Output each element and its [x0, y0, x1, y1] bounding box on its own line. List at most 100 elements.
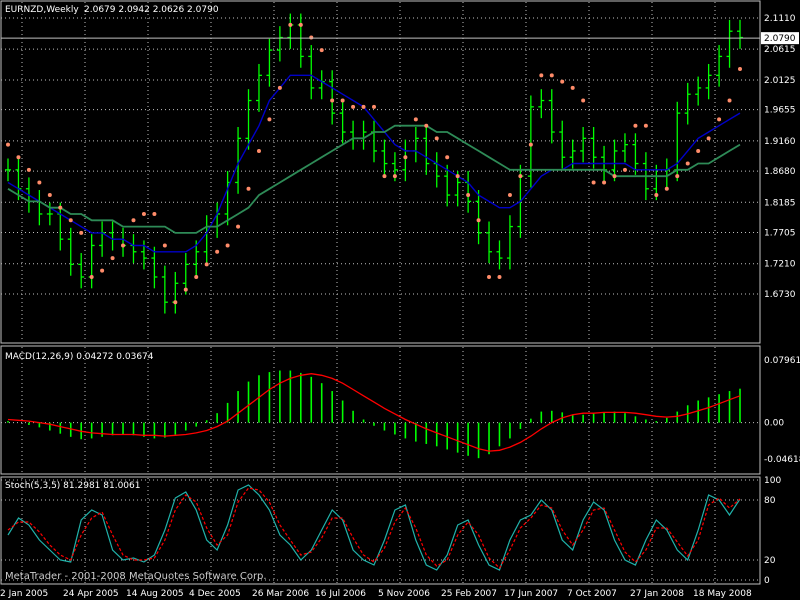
sar-dot	[298, 22, 303, 27]
macd-header: MACD(12,26,9) 0.04272 0.03674	[5, 352, 154, 362]
sar-dot	[141, 211, 146, 216]
macd-histogram	[7, 370, 741, 459]
sar-dot	[58, 205, 63, 210]
sar-dot	[277, 85, 282, 90]
y-tick-label: 80	[764, 496, 776, 506]
time-axis: 2 Jan 2005 24 Apr 2005 14 Aug 2005 4 Dec 20…	[0, 589, 752, 599]
y-tick-label: -0.04618	[764, 455, 800, 465]
sar-dot	[100, 268, 105, 273]
sar-dot	[361, 104, 366, 109]
y-tick-label: 1.8185	[764, 198, 796, 208]
x-tick-label: 25 Feb 2007	[441, 589, 497, 599]
x-tick-label: 26 Mar 2006	[252, 589, 309, 599]
sar-dot	[110, 256, 115, 261]
y-tick-label: 1.9655	[764, 106, 796, 116]
sar-dot	[560, 79, 565, 84]
sar-dot	[424, 123, 429, 128]
sar-dot	[612, 174, 617, 179]
sar-dot	[256, 148, 261, 153]
sar-dot	[570, 85, 575, 90]
sar-dot	[497, 274, 502, 279]
sar-dot	[507, 193, 512, 198]
stoch-grid	[1, 478, 760, 583]
sar-dot	[372, 104, 376, 109]
x-tick-label: 7 Oct 2007	[567, 589, 617, 599]
sar-dot	[476, 218, 481, 223]
y-tick-label: 1.8680	[764, 167, 796, 177]
sar-dot	[215, 249, 220, 254]
sar-dot	[466, 193, 471, 198]
sar-dot	[173, 300, 178, 305]
sar-dot	[204, 262, 209, 267]
sar-dot	[16, 155, 21, 160]
y-tick-label: 1.7705	[764, 229, 796, 239]
sar-dot	[434, 136, 439, 141]
sar-dot	[392, 174, 397, 179]
sar-dot	[68, 218, 73, 223]
sar-dot	[162, 243, 167, 248]
stoch-lines	[7, 484, 741, 571]
ohlc-header: 2.0679 2.0942 2.0626 2.0790	[84, 5, 219, 15]
x-tick-label: 2 Jan 2005	[0, 589, 48, 599]
sar-dot	[455, 174, 460, 179]
sar-dot	[26, 167, 31, 172]
sar-dot	[288, 22, 293, 27]
y-tick-label: 2.1110	[764, 14, 796, 24]
sar-dot	[445, 155, 450, 160]
sar-dot	[37, 180, 42, 185]
sar-dot	[225, 243, 230, 248]
sar-dot	[403, 155, 408, 160]
sar-dot	[664, 186, 669, 191]
sar-dot	[696, 148, 701, 153]
sar-dot	[487, 274, 492, 279]
y-tick-label: 2.0125	[764, 76, 796, 86]
symbol-header: EURNZD,Weekly	[5, 5, 79, 15]
sar-dot	[518, 174, 523, 179]
macd-axis: 0.07961 0.00 -0.04618	[764, 356, 800, 465]
y-tick-label: 0	[764, 576, 770, 586]
x-tick-label: 4 Dec 2005	[189, 589, 241, 599]
sar-dot	[549, 73, 554, 78]
sar-dot	[738, 67, 742, 72]
sar-dot	[413, 117, 418, 122]
chart-stage: EURNZD,Weekly 2.0679 2.0942 2.0626 2.079…	[0, 0, 800, 599]
sar-dot	[685, 161, 690, 166]
sar-dot	[152, 211, 157, 216]
price-panel[interactable]: EURNZD,Weekly 2.0679 2.0942 2.0626 2.079…	[0, 0, 799, 344]
sar-dot	[528, 142, 533, 147]
macd-panel[interactable]: MACD(12,26,9) 0.04272 0.03674 0.079610.0…	[0, 345, 800, 475]
sar-dot	[246, 186, 251, 191]
sar-dot	[581, 98, 586, 103]
sar-dot	[330, 98, 335, 103]
price-axis: 2.1110 2.0615 2.0125 1.9655 1.9160 1.8680 1.81…	[764, 14, 796, 300]
sar-dot	[633, 123, 638, 128]
y-tick-label: 1.7210	[764, 260, 796, 270]
sar-dot	[89, 274, 94, 279]
x-tick-label: 27 Jan 2008	[630, 589, 684, 599]
y-tick-label: 20	[764, 556, 776, 566]
watermark: MetaTrader - 2001-2008 MetaQuotes Softwa…	[5, 571, 267, 582]
x-tick-label: 14 Aug 2005	[126, 589, 184, 599]
y-tick-label: 1.6730	[764, 290, 796, 300]
sar-dot	[47, 193, 52, 198]
x-tick-label: 17 Jun 2007	[504, 589, 558, 599]
sar-dot	[717, 117, 722, 122]
sar-dot	[309, 35, 314, 40]
y-tick-label: 0.07961	[764, 356, 800, 366]
last-price-tag-text: 2.0790	[764, 34, 796, 44]
sar-dot	[194, 274, 199, 279]
sar-dot	[183, 287, 188, 292]
stoch-panel-frame	[0, 476, 761, 585]
sar-dot	[675, 174, 680, 179]
sar-dot	[267, 117, 272, 122]
macd-signal-line	[7, 373, 741, 452]
y-tick-label: 100	[764, 476, 781, 486]
sar-dot	[382, 174, 387, 179]
sar-dot	[622, 167, 627, 172]
sar-dot	[591, 180, 596, 185]
parabolic-sar	[6, 22, 742, 305]
sar-dot	[319, 48, 324, 53]
sar-dot	[727, 98, 732, 103]
stoch-panel[interactable]: Stoch(5,3,5) 81.2981 81.0061 100 80 20 0 Me…	[0, 476, 781, 586]
stoch-header: Stoch(5,3,5) 81.2981 81.0061	[5, 481, 140, 491]
